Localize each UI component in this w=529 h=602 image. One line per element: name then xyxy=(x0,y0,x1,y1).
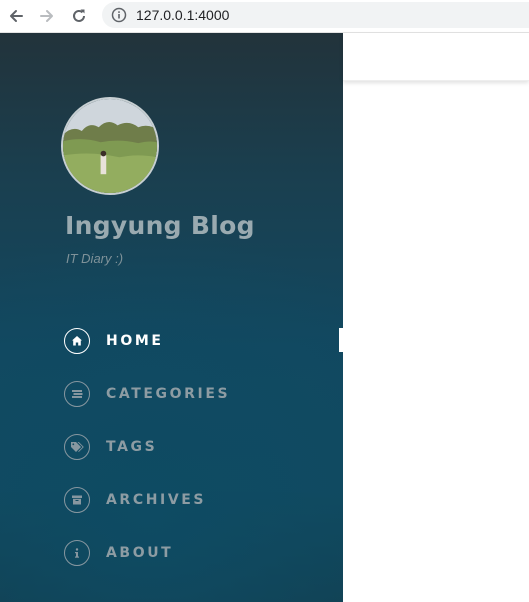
browser-toolbar: 127.0.0.1:4000 xyxy=(0,0,529,33)
arrow-right-icon xyxy=(40,10,53,22)
sidebar-item-label: TAGS xyxy=(106,439,158,455)
sidebar-item-label: ABOUT xyxy=(106,545,174,561)
sidebar-item-label: CATEGORIES xyxy=(106,386,231,402)
stream-icon xyxy=(64,381,90,407)
tags-icon xyxy=(64,434,90,460)
sidebar-item-about[interactable]: ABOUT xyxy=(64,539,343,567)
active-indicator xyxy=(339,328,343,352)
topbar xyxy=(343,33,529,81)
sidebar-item-categories[interactable]: CATEGORIES xyxy=(64,380,343,408)
info-icon[interactable] xyxy=(111,7,127,23)
sidebar-item-home[interactable]: HOME xyxy=(64,327,343,355)
reload-icon xyxy=(73,9,85,22)
avatar[interactable] xyxy=(61,97,159,195)
info-icon xyxy=(64,540,90,566)
site-title[interactable]: Ingyung Blog xyxy=(65,211,255,240)
sidebar-item-label: HOME xyxy=(106,333,164,349)
sidebar: Ingyung Blog IT Diary :) HOME CATEGORIES… xyxy=(0,33,343,602)
sidebar-item-label: ARCHIVES xyxy=(106,492,207,508)
archive-icon xyxy=(64,487,90,513)
home-icon xyxy=(64,328,90,354)
address-bar[interactable]: 127.0.0.1:4000 xyxy=(102,2,529,28)
back-button[interactable] xyxy=(4,4,28,28)
reload-button[interactable] xyxy=(67,4,91,28)
arrow-left-icon xyxy=(10,10,23,22)
profile-photo xyxy=(63,99,157,193)
site-subtitle: IT Diary :) xyxy=(66,251,124,266)
sidebar-item-tags[interactable]: TAGS xyxy=(64,433,343,461)
forward-button[interactable] xyxy=(35,4,59,28)
sidebar-item-archives[interactable]: ARCHIVES xyxy=(64,486,343,514)
url-text[interactable]: 127.0.0.1:4000 xyxy=(136,7,229,23)
